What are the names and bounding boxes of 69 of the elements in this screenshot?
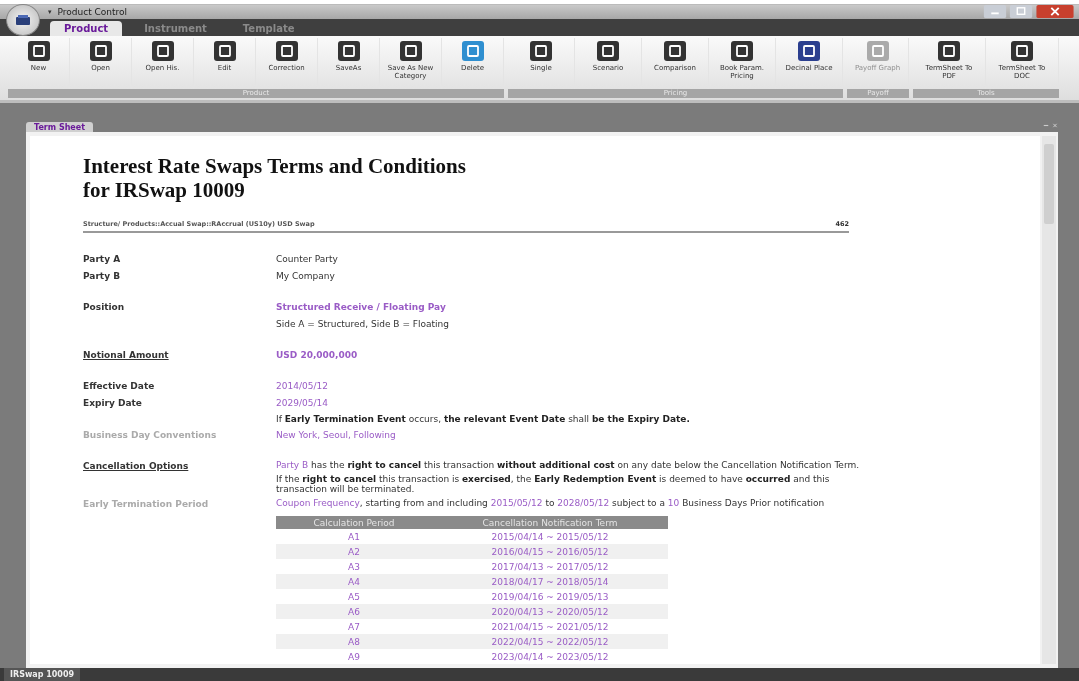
tile-icon [151,41,174,61]
tile-icon [461,41,484,61]
field-label: Early Termination Period [83,498,210,511]
tile-icon [530,41,552,61]
field-value: Structured Receive / Floating Pay [276,301,447,314]
field-label: Notional Amount [83,349,170,362]
field-value: Coupon Frequency, starting from and including 2015/05/12 to 2028/05/12 subject to a 10 Business Days Prior notification [276,497,826,510]
field-value: 2029/05/14 [276,397,329,410]
table-cell: A7 [276,619,432,634]
table-cell: A1 [276,529,432,544]
field-value: Party B has the right to cancel this transaction without additional cost on any date below the Cancellation Notification Term. [276,459,861,472]
field-label: Business Day Conventions [83,429,218,442]
table-cell: A4 [276,574,432,589]
document-title: Interest Rate Swaps Terms and Conditions for IRSwap 10009 [83,154,467,202]
maximize-icon[interactable] [1009,4,1033,18]
field-label: Party B [83,270,122,283]
tile-icon [597,41,619,61]
tile-icon [938,41,960,61]
column-header: Cancellation Notification Term [432,516,668,529]
field-label: Expiry Date [83,397,143,410]
tile-icon [731,41,753,61]
table-cell: 2023/04/14 ~ 2023/05/12 [432,649,668,664]
field-value: My Company [276,270,336,283]
field-value: 2014/05/12 [276,380,329,393]
tile-icon [89,41,112,61]
tile-icon [1011,41,1033,61]
table-cell: A9 [276,649,432,664]
pin-icon[interactable] [1043,122,1049,128]
app-menu-button[interactable] [6,4,40,36]
tile-icon [866,41,889,61]
field-value: If the right to cancel this transaction is exercised, the Early Redemption Event is deemed to have occurred and this transaction will be terminated. [276,473,831,496]
field-value: USD 20,000,000 [276,349,359,362]
tile-icon [664,41,686,61]
document-tab[interactable]: IRSwap 10009 [4,668,81,681]
column-header: Calculation Period [276,516,432,529]
table-cell: 2016/04/15 ~ 2016/05/12 [432,544,668,559]
field-value: Counter Party [276,253,339,266]
table-cell: A6 [276,604,432,619]
table-cell: 2021/04/15 ~ 2021/05/12 [432,619,668,634]
table-cell: 2017/04/13 ~ 2017/05/12 [432,559,668,574]
tile-icon [798,41,820,61]
minimize-icon[interactable] [983,4,1007,18]
app-logo-icon [16,15,30,25]
close-icon[interactable] [1035,4,1075,18]
window-title: Product Control [57,7,128,17]
table-cell: 2015/04/14 ~ 2015/05/12 [432,529,668,544]
tile-icon [213,41,236,61]
table-cell: 2019/04/16 ~ 2019/05/13 [432,589,668,604]
scrollbar[interactable] [1042,136,1056,664]
table-cell: A5 [276,589,432,604]
field-value: New York, Seoul, Following [276,429,397,442]
table-cell: A2 [276,544,432,559]
field-value: Side A = Structured, Side B = Floating [276,318,450,331]
tile-icon [275,41,298,61]
table-cell: 2020/04/13 ~ 2020/05/12 [432,604,668,619]
field-label: Effective Date [83,380,156,393]
close-icon[interactable] [1052,122,1058,128]
tile-icon [399,41,422,61]
table-cell: A3 [276,559,432,574]
table-cell: 2018/04/17 ~ 2018/05/14 [432,574,668,589]
field-value: If Early Termination Event occurs, the relevant Event Date shall be the Expiry Date. [276,413,691,426]
ribbon-tab[interactable]: Product [50,21,123,36]
field-label: Party A [83,253,122,266]
tile-icon [27,41,50,61]
table-cell: 2022/04/15 ~ 2022/05/12 [432,634,668,649]
table-cell: A8 [276,634,432,649]
field-label: Position [83,301,126,314]
tile-icon [337,41,360,61]
field-label: Cancellation Options [83,460,190,473]
